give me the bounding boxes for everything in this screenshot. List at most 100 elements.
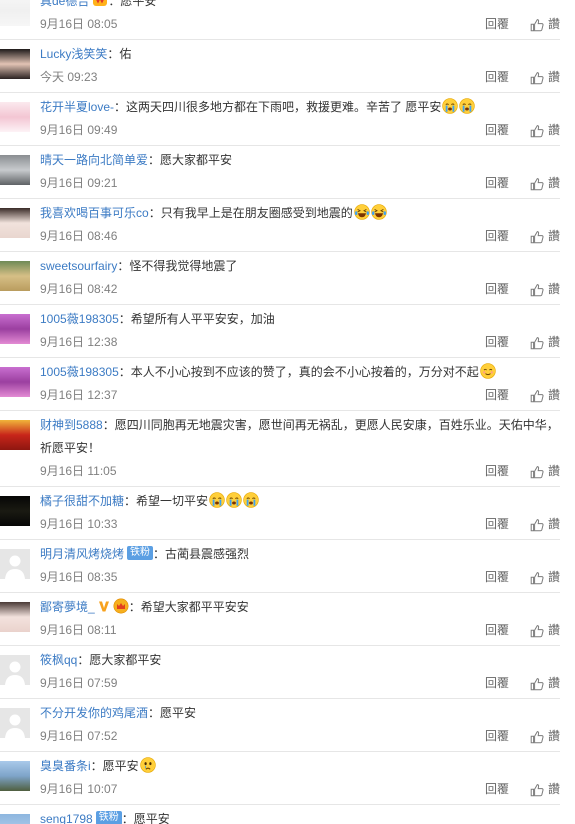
crown-icon[interactable] [113, 598, 129, 614]
reply-button[interactable]: 回覆 [485, 778, 509, 801]
like-button[interactable]: 讚 [530, 13, 560, 36]
comment-meta: 9月16日 08:46 回覆 讚 [40, 225, 560, 248]
thumbs-up-icon [530, 283, 544, 297]
comment-text: ：佑 [107, 47, 132, 61]
username-link[interactable]: 臭臭番条i [40, 759, 91, 773]
like-button[interactable]: 讚 [530, 278, 560, 301]
like-button[interactable]: 讚 [530, 331, 560, 354]
like-button[interactable]: 讚 [530, 119, 560, 142]
user-avatar[interactable] [0, 0, 30, 26]
comment-line: 鄙寄夢境_ ：希望大家都平平安安 [40, 596, 560, 619]
username-link[interactable]: 花开半夏love- [40, 100, 114, 114]
username-link[interactable]: 1005薇198305 [40, 365, 119, 379]
comment-body: 明月清风烤烧烤 铁粉 ：古蔺县震感强烈 9月16日 08:35 回覆 讚 [40, 543, 560, 589]
user-avatar[interactable] [0, 602, 30, 632]
username-link[interactable]: 不分开发你的鸡尾酒 [40, 706, 148, 720]
comment-feed: 真de德吉 ：愿平安 9月16日 08:05 回覆 讚 Lucky浅笑笑：佑 今天… [0, 0, 575, 824]
like-label: 讚 [547, 729, 560, 743]
crying-face-emoji [209, 492, 225, 509]
reply-button[interactable]: 回覆 [485, 672, 509, 695]
username-link[interactable]: 真de德吉 [40, 0, 89, 8]
comment-body: 橘子很甜不加糖：希望一切平安 9月16日 10:33 回覆 讚 [40, 490, 560, 536]
comment-line: 花开半夏love-：这两天四川很多地方都在下雨吧，救援更难。辛苦了 愿平安 [40, 96, 560, 119]
user-avatar[interactable] [0, 420, 30, 450]
username-link[interactable]: 我喜欢喝百事可乐co [40, 206, 149, 220]
username-link[interactable]: 橘子很甜不加糖 [40, 494, 124, 508]
comment-meta: 9月16日 12:37 回覆 讚 [40, 384, 560, 407]
like-button[interactable]: 讚 [530, 566, 560, 589]
username-link[interactable]: seng1798 [40, 812, 93, 824]
comment-text: ：希望大家都平平安安 [128, 600, 249, 614]
comment-body: 1005薇198305：本人不小心按到不应该的赞了，真的会不小心按着的，万分对不… [40, 361, 560, 407]
comment-text: ：愿平安 [108, 0, 157, 8]
reply-button[interactable]: 回覆 [485, 331, 509, 354]
comment-actions: 回覆 讚 [485, 13, 560, 36]
comment-text: ：本人不小心按到不应该的赞了，真的会不小心按着的，万分对不起 [118, 365, 479, 379]
user-avatar-default-avatar-icon[interactable] [0, 655, 30, 685]
reply-button[interactable]: 回覆 [485, 619, 509, 642]
reply-button[interactable]: 回覆 [485, 225, 509, 248]
username-link[interactable]: 鄙寄夢境_ [40, 600, 95, 614]
reply-button[interactable]: 回覆 [485, 66, 509, 89]
user-avatar[interactable] [0, 155, 30, 185]
comment-emojis [353, 204, 387, 221]
like-label: 讚 [547, 282, 560, 296]
like-button[interactable]: 讚 [530, 384, 560, 407]
user-avatar[interactable] [0, 102, 30, 132]
reply-button[interactable]: 回覆 [485, 119, 509, 142]
reply-button[interactable]: 回覆 [485, 460, 509, 483]
comment-time: 9月16日 07:52 [40, 729, 118, 743]
user-avatar[interactable] [0, 261, 30, 291]
like-button[interactable]: 讚 [530, 672, 560, 695]
like-button[interactable]: 讚 [530, 619, 560, 642]
like-button[interactable]: 讚 [530, 225, 560, 248]
username-link[interactable]: 晴天一路向北简单爱 [40, 153, 148, 167]
comment-body: seng1798铁粉：愿平安 回覆 讚 [40, 808, 560, 824]
user-avatar[interactable] [0, 208, 30, 238]
user-avatar[interactable] [0, 496, 30, 526]
like-button[interactable]: 讚 [530, 460, 560, 483]
fan-badge[interactable]: 铁粉 [95, 811, 122, 824]
username-link[interactable]: 1005薇198305 [40, 312, 119, 326]
username-link[interactable]: sweetsourfairy [40, 259, 117, 273]
reply-button[interactable]: 回覆 [485, 384, 509, 407]
like-button[interactable]: 讚 [530, 778, 560, 801]
reply-button[interactable]: 回覆 [485, 725, 509, 748]
like-button[interactable]: 讚 [530, 66, 560, 89]
comment-time: 今天 09:23 [40, 70, 98, 84]
username-link[interactable]: Lucky浅笑笑 [40, 47, 107, 61]
reply-button[interactable]: 回覆 [485, 13, 509, 36]
reply-button[interactable]: 回覆 [485, 513, 509, 536]
comment-line: seng1798 铁粉 ：愿平安 [40, 808, 560, 824]
like-button[interactable]: 讚 [530, 725, 560, 748]
username-link[interactable]: 筱枫qq [40, 653, 77, 667]
comment-line: sweetsourfairy：怪不得我觉得地震了 [40, 255, 560, 278]
member-icon[interactable] [92, 0, 108, 8]
user-avatar-default-avatar-icon[interactable] [0, 708, 30, 738]
user-avatar[interactable] [0, 314, 30, 344]
username-link[interactable]: 财神到5888 [40, 418, 103, 432]
username-link[interactable]: 明月清风烤烧烤 [40, 547, 124, 561]
comment-meta: 9月16日 08:05 回覆 讚 [40, 13, 560, 36]
thumbs-up-icon [530, 783, 544, 797]
user-avatar[interactable] [0, 49, 30, 79]
like-label: 讚 [547, 335, 560, 349]
comment-time: 9月16日 08:42 [40, 282, 118, 296]
fan-badge[interactable]: 铁粉 [127, 546, 154, 561]
user-badges: 铁粉 [93, 811, 122, 824]
user-avatar[interactable] [0, 367, 30, 397]
user-avatar[interactable] [0, 814, 30, 824]
user-avatar[interactable] [0, 761, 30, 791]
like-button[interactable]: 讚 [530, 513, 560, 536]
comment-body: 鄙寄夢境_ ：希望大家都平平安安 9月16日 08:11 回覆 讚 [40, 596, 560, 642]
reply-button[interactable]: 回覆 [485, 566, 509, 589]
comment-line: 橘子很甜不加糖：希望一切平安 [40, 490, 560, 513]
reply-button[interactable]: 回覆 [485, 172, 509, 195]
reply-button[interactable]: 回覆 [485, 278, 509, 301]
like-button[interactable]: 讚 [530, 172, 560, 195]
comment-body: 臭臭番条i：愿平安 9月16日 10:07 回覆 讚 [40, 755, 560, 801]
thumbs-up-icon [530, 465, 544, 479]
comment-emojis [208, 492, 259, 509]
verified-v-icon[interactable] [98, 598, 110, 614]
user-avatar-default-avatar-icon[interactable] [0, 549, 30, 579]
